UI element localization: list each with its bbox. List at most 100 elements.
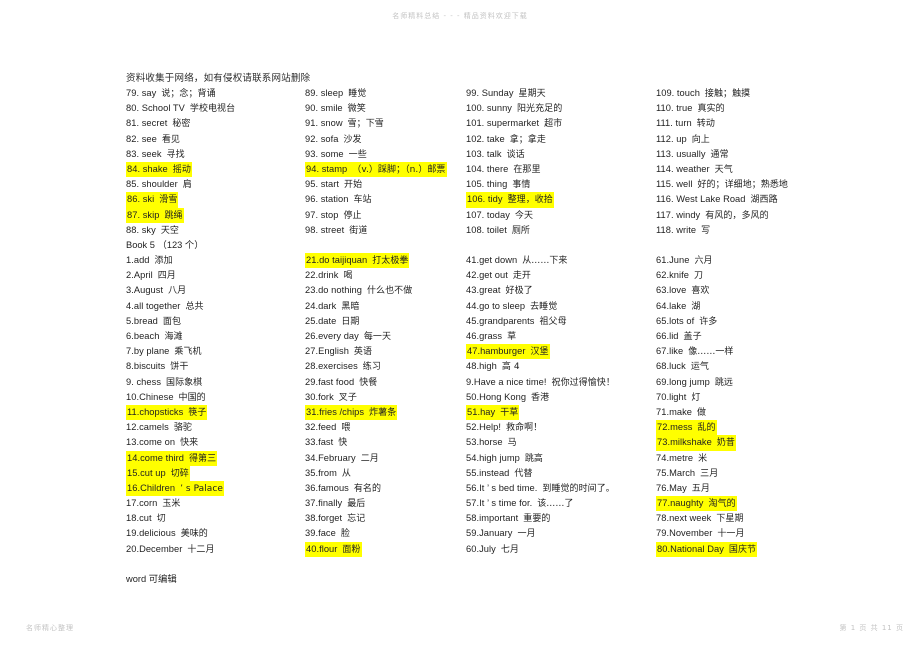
vocabulary-entry: 50.Hong Kong 香港 [466, 390, 656, 405]
entry-chinese: 骆驼 [173, 423, 192, 434]
vocabulary-entry: 41.get down 从……下来 [466, 253, 656, 268]
vocabulary-entry: 104. there 在那里 [466, 162, 656, 177]
entry-chinese: 做 [697, 407, 707, 418]
vocabulary-entry: 56.It ’ s bed time. 到睡觉的时间了。 [466, 481, 656, 496]
entry-chinese: 运气 [690, 362, 709, 373]
entry-english: 97. stop [305, 209, 339, 220]
entry-chinese: 湖 [691, 301, 701, 312]
entry-english: 39.face [305, 528, 336, 539]
entry-english: 114. weather [656, 163, 710, 174]
vocabulary-entry: 23.do nothing 什么也不做 [305, 283, 477, 298]
vocabulary-entry: 76.May 五月 [656, 481, 856, 496]
vocabulary-entry: 112. up 向上 [656, 132, 856, 147]
entry-english: 10.Chinese [126, 391, 174, 402]
highlighted-entry-row: 106. tidy 整理，收拾 [466, 192, 656, 208]
entry-english: 79. say [126, 88, 157, 98]
highlighted-entry-row: 86. ski 滑雪 [126, 192, 306, 208]
entry-english: 47.hamburger [467, 346, 526, 357]
entry-english: 102. take [466, 133, 505, 144]
vocabulary-entry: 39.face 脸 [305, 526, 477, 541]
vocabulary-entry: 22.drink 喝 [305, 268, 477, 283]
column-spacer [466, 238, 656, 253]
entry-chinese: 跳绳 [164, 210, 183, 221]
entry-english: 110. true [656, 103, 693, 114]
vocabulary-entry: 43.great 好极了 [466, 283, 656, 298]
entry-chinese: 代替 [514, 468, 533, 479]
vocabulary-entry: 115. well 好的；详细地；熟悉地 [656, 177, 856, 192]
entry-english: 75.March [656, 467, 696, 478]
entry-english: 92. sofa [305, 133, 339, 144]
entry-chinese: 有风的，多风的 [705, 210, 769, 221]
vocabulary-sheet: 79. say 说；念；背诵 80. School TV 学校电视台 81. secre… [0, 86, 920, 586]
entry-chinese: 一月 [517, 529, 536, 540]
entry-english: 42.get out [466, 270, 508, 281]
entry-chinese: 盖子 [683, 332, 702, 342]
entry-english: 24.dark [305, 300, 337, 311]
entry-english: 106. tidy [467, 194, 503, 205]
vocabulary-entry: 69.long jump 跳远 [656, 375, 856, 390]
entry-english: 100. sunny [466, 103, 512, 114]
entry-chinese: 救命啊！ [506, 423, 543, 434]
vocabulary-entry: 72.mess 乱的 [656, 420, 717, 436]
entry-english: 54.high jump [466, 452, 520, 463]
entry-english: 69.long jump [656, 376, 710, 387]
entry-chinese: 得第三 [188, 453, 217, 464]
entry-english: 105. thing [466, 179, 508, 190]
entry-english: 101. supermarket [466, 118, 540, 129]
book-heading: Book 5 （123 个） [126, 239, 204, 250]
entry-chinese: 奶昔 [716, 438, 735, 449]
entry-chinese: 筷子 [188, 407, 207, 418]
entry-chinese: 秘密 [172, 119, 191, 130]
entry-chinese: 五月 [691, 483, 710, 494]
entry-chinese: 天空 [160, 225, 179, 236]
entry-chinese: 谈话 [506, 149, 525, 160]
entry-english: 33.fast [305, 437, 334, 448]
vocabulary-entry: 24.dark 黑暗 [305, 299, 477, 314]
entry-chinese: 肩 [182, 180, 192, 191]
vocabulary-entry: 77.naughty 淘气的 [656, 496, 737, 512]
entry-english: 70.light [656, 391, 687, 402]
entry-chinese: 海滩 [164, 332, 183, 342]
entry-english: 3.August [126, 285, 164, 296]
entry-english: 112. up [656, 133, 687, 144]
entry-chinese: 下星期 [716, 514, 744, 525]
entry-english: 8.biscuits [126, 361, 166, 372]
entry-chinese: 停止 [343, 210, 362, 221]
vocabulary-entry: 34.February 二月 [305, 451, 477, 466]
vocabulary-entry: 46.grass 草 [466, 329, 656, 344]
entry-chinese: 像……一样 [688, 347, 734, 358]
entry-english: 94. stamp [306, 163, 348, 174]
highlighted-entry-row: 11.chopsticks 筷子 [126, 404, 306, 421]
entry-chinese: 开始 [344, 180, 363, 191]
entry-english: 30.fork [305, 391, 334, 402]
entry-chinese: 马 [507, 438, 517, 449]
editable-note: word 可编辑 [126, 573, 177, 584]
entry-english: 41.get down [466, 255, 518, 266]
entry-english: 56.It ’ s bed time. [466, 482, 538, 493]
entry-english: 55.instead [466, 467, 510, 478]
entry-english: 27.English [305, 346, 349, 357]
column-spacer [656, 238, 856, 253]
entry-english: 60.July [466, 543, 496, 554]
entry-english: 25.date [305, 315, 337, 326]
entry-chinese: 摇动 [172, 164, 191, 175]
vocabulary-entry: 118. write 写 [656, 223, 856, 238]
entry-chinese: 喝 [343, 271, 353, 282]
entry-english: 68.luck [656, 361, 686, 372]
entry-chinese: 打太极拳 [372, 256, 409, 267]
entry-chinese: 从……下来 [522, 256, 568, 267]
vocabulary-entry: 93. some 一些 [305, 147, 477, 162]
entry-english: 66.lid [656, 331, 679, 341]
vocabulary-entry: 64.lake 湖 [656, 299, 856, 314]
vocabulary-entry: 5.bread 面包 [126, 314, 306, 329]
entry-chinese: 国际象棋 [166, 377, 203, 388]
entry-english: 118. write [656, 224, 697, 235]
vocabulary-entry: 2.April 四月 [126, 268, 306, 283]
entry-chinese: 六月 [694, 256, 713, 267]
entry-chinese: 喜欢 [691, 286, 710, 297]
vocabulary-entry: 59.January 一月 [466, 526, 656, 541]
highlighted-entry-row: 40.flour 面粉 [305, 541, 477, 557]
vocabulary-entry: 16.Children ’ s Palace [126, 480, 224, 497]
entry-english: 80.National Day [657, 543, 724, 554]
vocabulary-entry: 92. sofa 沙发 [305, 132, 477, 147]
